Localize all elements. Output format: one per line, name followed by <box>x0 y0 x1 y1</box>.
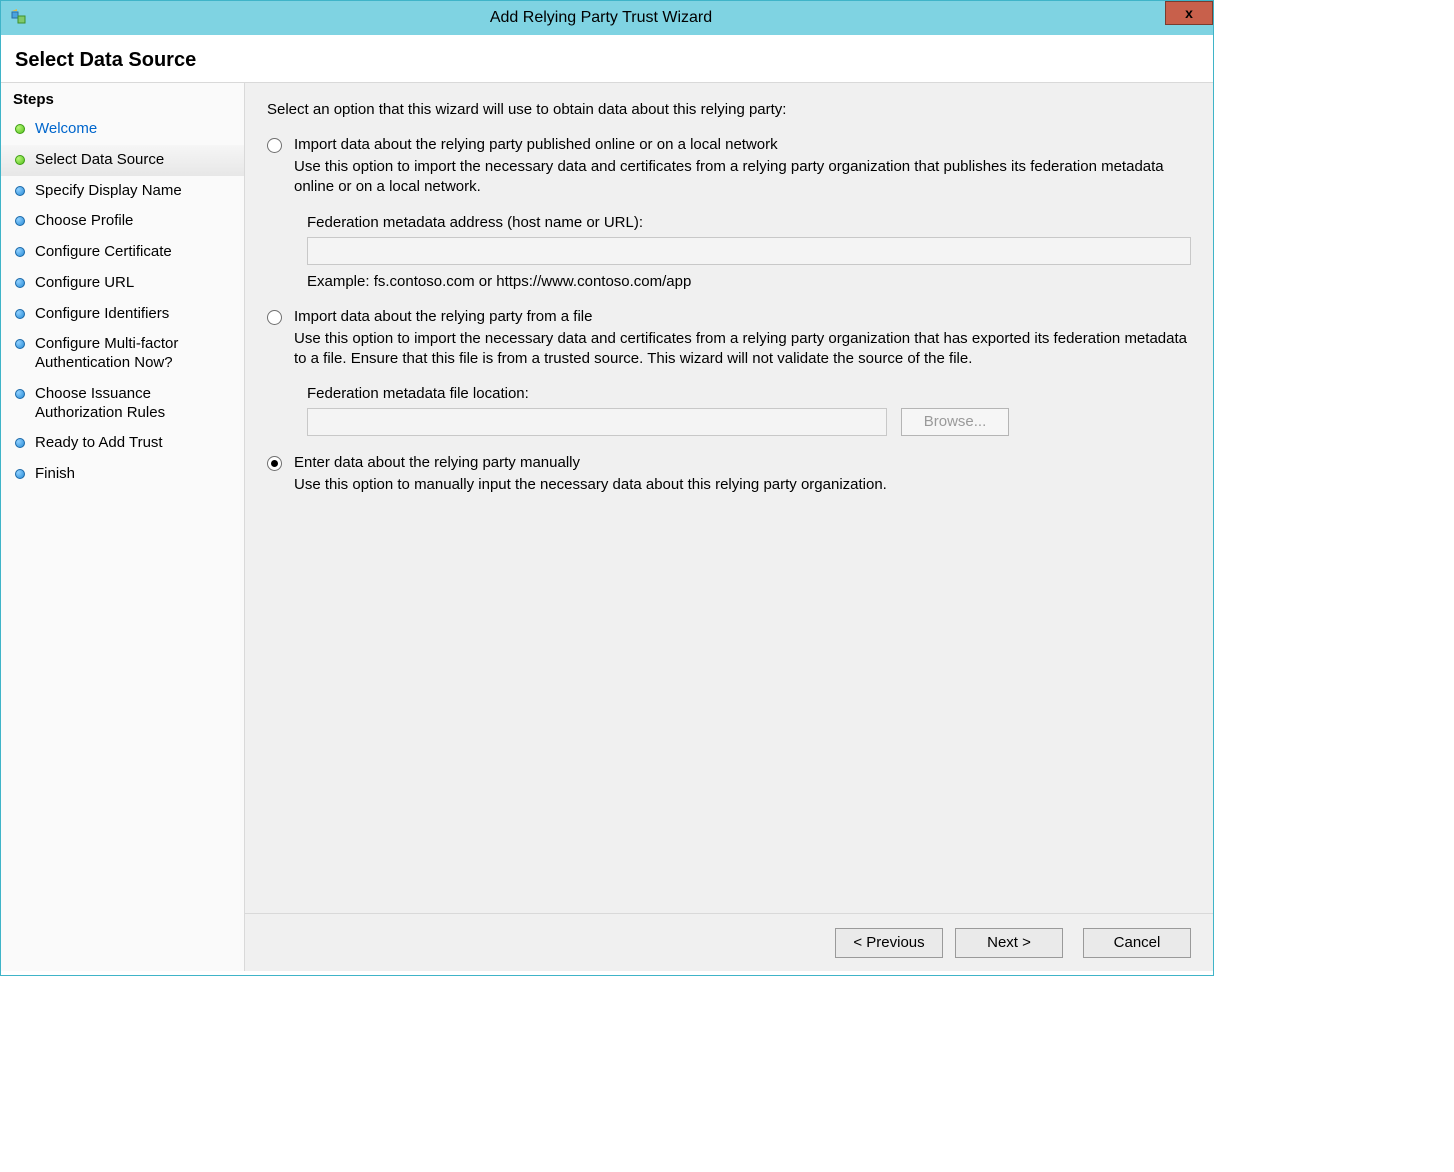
bullet-icon <box>15 124 25 134</box>
step-label: Specify Display Name <box>35 182 182 201</box>
option-desc: Use this option to import the necessary … <box>294 329 1191 370</box>
option-import-file[interactable]: Import data about the relying party from… <box>267 308 1191 325</box>
step-select-data-source[interactable]: Select Data Source <box>1 145 244 176</box>
bullet-icon <box>15 247 25 257</box>
bullet-icon <box>15 186 25 196</box>
step-configure-identifiers[interactable]: Configure Identifiers <box>1 299 244 330</box>
window-title: Add Relying Party Trust Wizard <box>29 9 1213 27</box>
step-label: Select Data Source <box>35 151 164 170</box>
bullet-icon <box>15 216 25 226</box>
field-label: Federation metadata address (host name o… <box>307 214 1191 231</box>
intro-text: Select an option that this wizard will u… <box>267 101 1191 118</box>
step-label: Finish <box>35 465 75 484</box>
step-label: Ready to Add Trust <box>35 434 163 453</box>
step-choose-profile[interactable]: Choose Profile <box>1 206 244 237</box>
main-content: Select an option that this wizard will u… <box>245 83 1213 913</box>
step-authorization-rules[interactable]: Choose Issuance Authorization Rules <box>1 379 244 429</box>
close-button[interactable]: x <box>1165 1 1213 25</box>
field-label: Federation metadata file location: <box>307 385 1191 402</box>
main-panel: Select an option that this wizard will u… <box>245 83 1213 971</box>
step-configure-mfa[interactable]: Configure Multi-factor Authentication No… <box>1 329 244 379</box>
bullet-icon <box>15 389 25 399</box>
title-bar: Add Relying Party Trust Wizard x <box>1 1 1213 35</box>
step-welcome[interactable]: Welcome <box>1 114 244 145</box>
next-button[interactable]: Next > <box>955 928 1063 958</box>
radio-import-file[interactable] <box>267 310 282 325</box>
body: Steps Welcome Select Data Source Specify… <box>1 83 1213 971</box>
metadata-address-input[interactable] <box>307 237 1191 265</box>
page-header: Select Data Source <box>1 35 1213 83</box>
bullet-icon <box>15 155 25 165</box>
option-desc: Use this option to import the necessary … <box>294 157 1191 198</box>
metadata-file-block: Federation metadata file location: Brows… <box>307 385 1191 436</box>
bullet-icon <box>15 469 25 479</box>
step-label: Choose Issuance Authorization Rules <box>35 385 232 423</box>
option-desc: Use this option to manually input the ne… <box>294 475 1191 495</box>
bullet-icon <box>15 309 25 319</box>
step-label: Configure Multi-factor Authentication No… <box>35 335 232 373</box>
step-ready-to-add[interactable]: Ready to Add Trust <box>1 428 244 459</box>
app-icon <box>9 8 29 28</box>
step-label: Welcome <box>35 120 97 139</box>
metadata-address-block: Federation metadata address (host name o… <box>307 214 1191 290</box>
previous-button[interactable]: < Previous <box>835 928 943 958</box>
option-label: Enter data about the relying party manua… <box>294 454 580 471</box>
browse-button[interactable]: Browse... <box>901 408 1009 436</box>
bullet-icon <box>15 278 25 288</box>
radio-manual[interactable] <box>267 456 282 471</box>
steps-sidebar: Steps Welcome Select Data Source Specify… <box>1 83 245 971</box>
wizard-window: Add Relying Party Trust Wizard x Select … <box>0 0 1214 976</box>
step-specify-display-name[interactable]: Specify Display Name <box>1 176 244 207</box>
radio-import-online[interactable] <box>267 138 282 153</box>
example-text: Example: fs.contoso.com or https://www.c… <box>307 273 1191 290</box>
step-configure-certificate[interactable]: Configure Certificate <box>1 237 244 268</box>
footer-buttons: < Previous Next > Cancel <box>245 913 1213 971</box>
option-import-online[interactable]: Import data about the relying party publ… <box>267 136 1191 153</box>
page-title: Select Data Source <box>15 49 1199 72</box>
option-label: Import data about the relying party from… <box>294 308 592 325</box>
close-icon: x <box>1185 5 1193 21</box>
option-label: Import data about the relying party publ… <box>294 136 778 153</box>
step-configure-url[interactable]: Configure URL <box>1 268 244 299</box>
metadata-file-input[interactable] <box>307 408 887 436</box>
cancel-button[interactable]: Cancel <box>1083 928 1191 958</box>
step-label: Configure URL <box>35 274 134 293</box>
step-label: Configure Identifiers <box>35 305 169 324</box>
option-manual[interactable]: Enter data about the relying party manua… <box>267 454 1191 471</box>
bullet-icon <box>15 339 25 349</box>
steps-header: Steps <box>1 87 244 114</box>
step-label: Choose Profile <box>35 212 133 231</box>
step-label: Configure Certificate <box>35 243 172 262</box>
bullet-icon <box>15 438 25 448</box>
step-finish[interactable]: Finish <box>1 459 244 490</box>
